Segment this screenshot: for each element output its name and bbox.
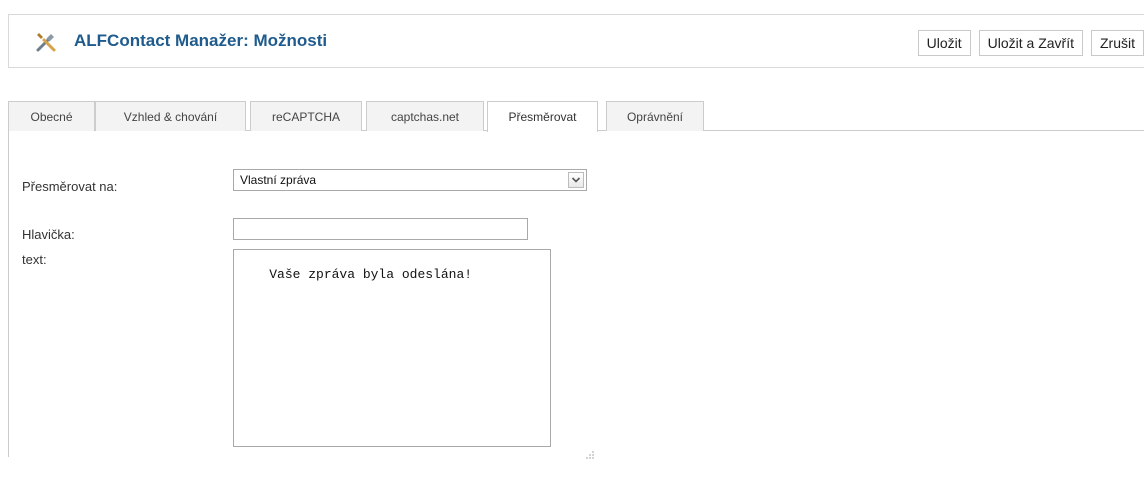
tab-label: Vzhled & chování <box>123 109 218 124</box>
message-text: Vaše zpráva byla odeslána! <box>269 267 473 282</box>
toolbar: Uložit Uložit a Zavřít Zrušit <box>917 30 1144 56</box>
tab-redirect[interactable]: Přesměrovat <box>487 101 598 132</box>
tab-general[interactable]: Obecné <box>8 101 95 131</box>
save-and-close-button[interactable]: Uložit a Zavřít <box>978 30 1083 56</box>
redirect-label: Přesměrovat na: <box>22 179 118 194</box>
tab-label: reCAPTCHA <box>271 109 340 124</box>
redirect-select-value: Vlastní zpráva <box>240 173 317 187</box>
resize-grip-icon[interactable] <box>538 434 594 459</box>
header-input[interactable] <box>233 218 528 240</box>
tab-appearance[interactable]: Vzhled & chování <box>95 101 246 131</box>
text-label: text: <box>22 252 47 267</box>
chevron-down-icon[interactable] <box>568 172 584 188</box>
message-textarea[interactable]: Vaše zpráva byla odeslána! <box>233 249 594 459</box>
tab-label: Obecné <box>30 109 73 124</box>
redirect-panel: Přesměrovat na: Vlastní zpráva Hlavička:… <box>8 131 1144 459</box>
tab-label: Oprávnění <box>626 109 684 124</box>
tab-recaptcha[interactable]: reCAPTCHA <box>250 101 362 131</box>
tab-label: captchas.net <box>390 109 460 124</box>
tab-permissions[interactable]: Oprávnění <box>606 101 704 131</box>
tools-icon <box>34 30 58 54</box>
tab-bar: Obecné Vzhled & chování reCAPTCHA captch… <box>8 98 1144 132</box>
tab-captchas-net[interactable]: captchas.net <box>366 101 484 131</box>
cancel-button[interactable]: Zrušit <box>1091 30 1144 56</box>
redirect-select[interactable]: Vlastní zpráva <box>233 169 587 191</box>
save-button[interactable]: Uložit <box>917 30 971 56</box>
header-label: Hlavička: <box>22 227 75 242</box>
page-header: ALFContact Manažer: Možnosti Uložit Ulož… <box>8 14 1144 68</box>
tab-label: Přesměrovat <box>508 110 577 124</box>
page-title: ALFContact Manažer: Možnosti <box>74 31 328 50</box>
